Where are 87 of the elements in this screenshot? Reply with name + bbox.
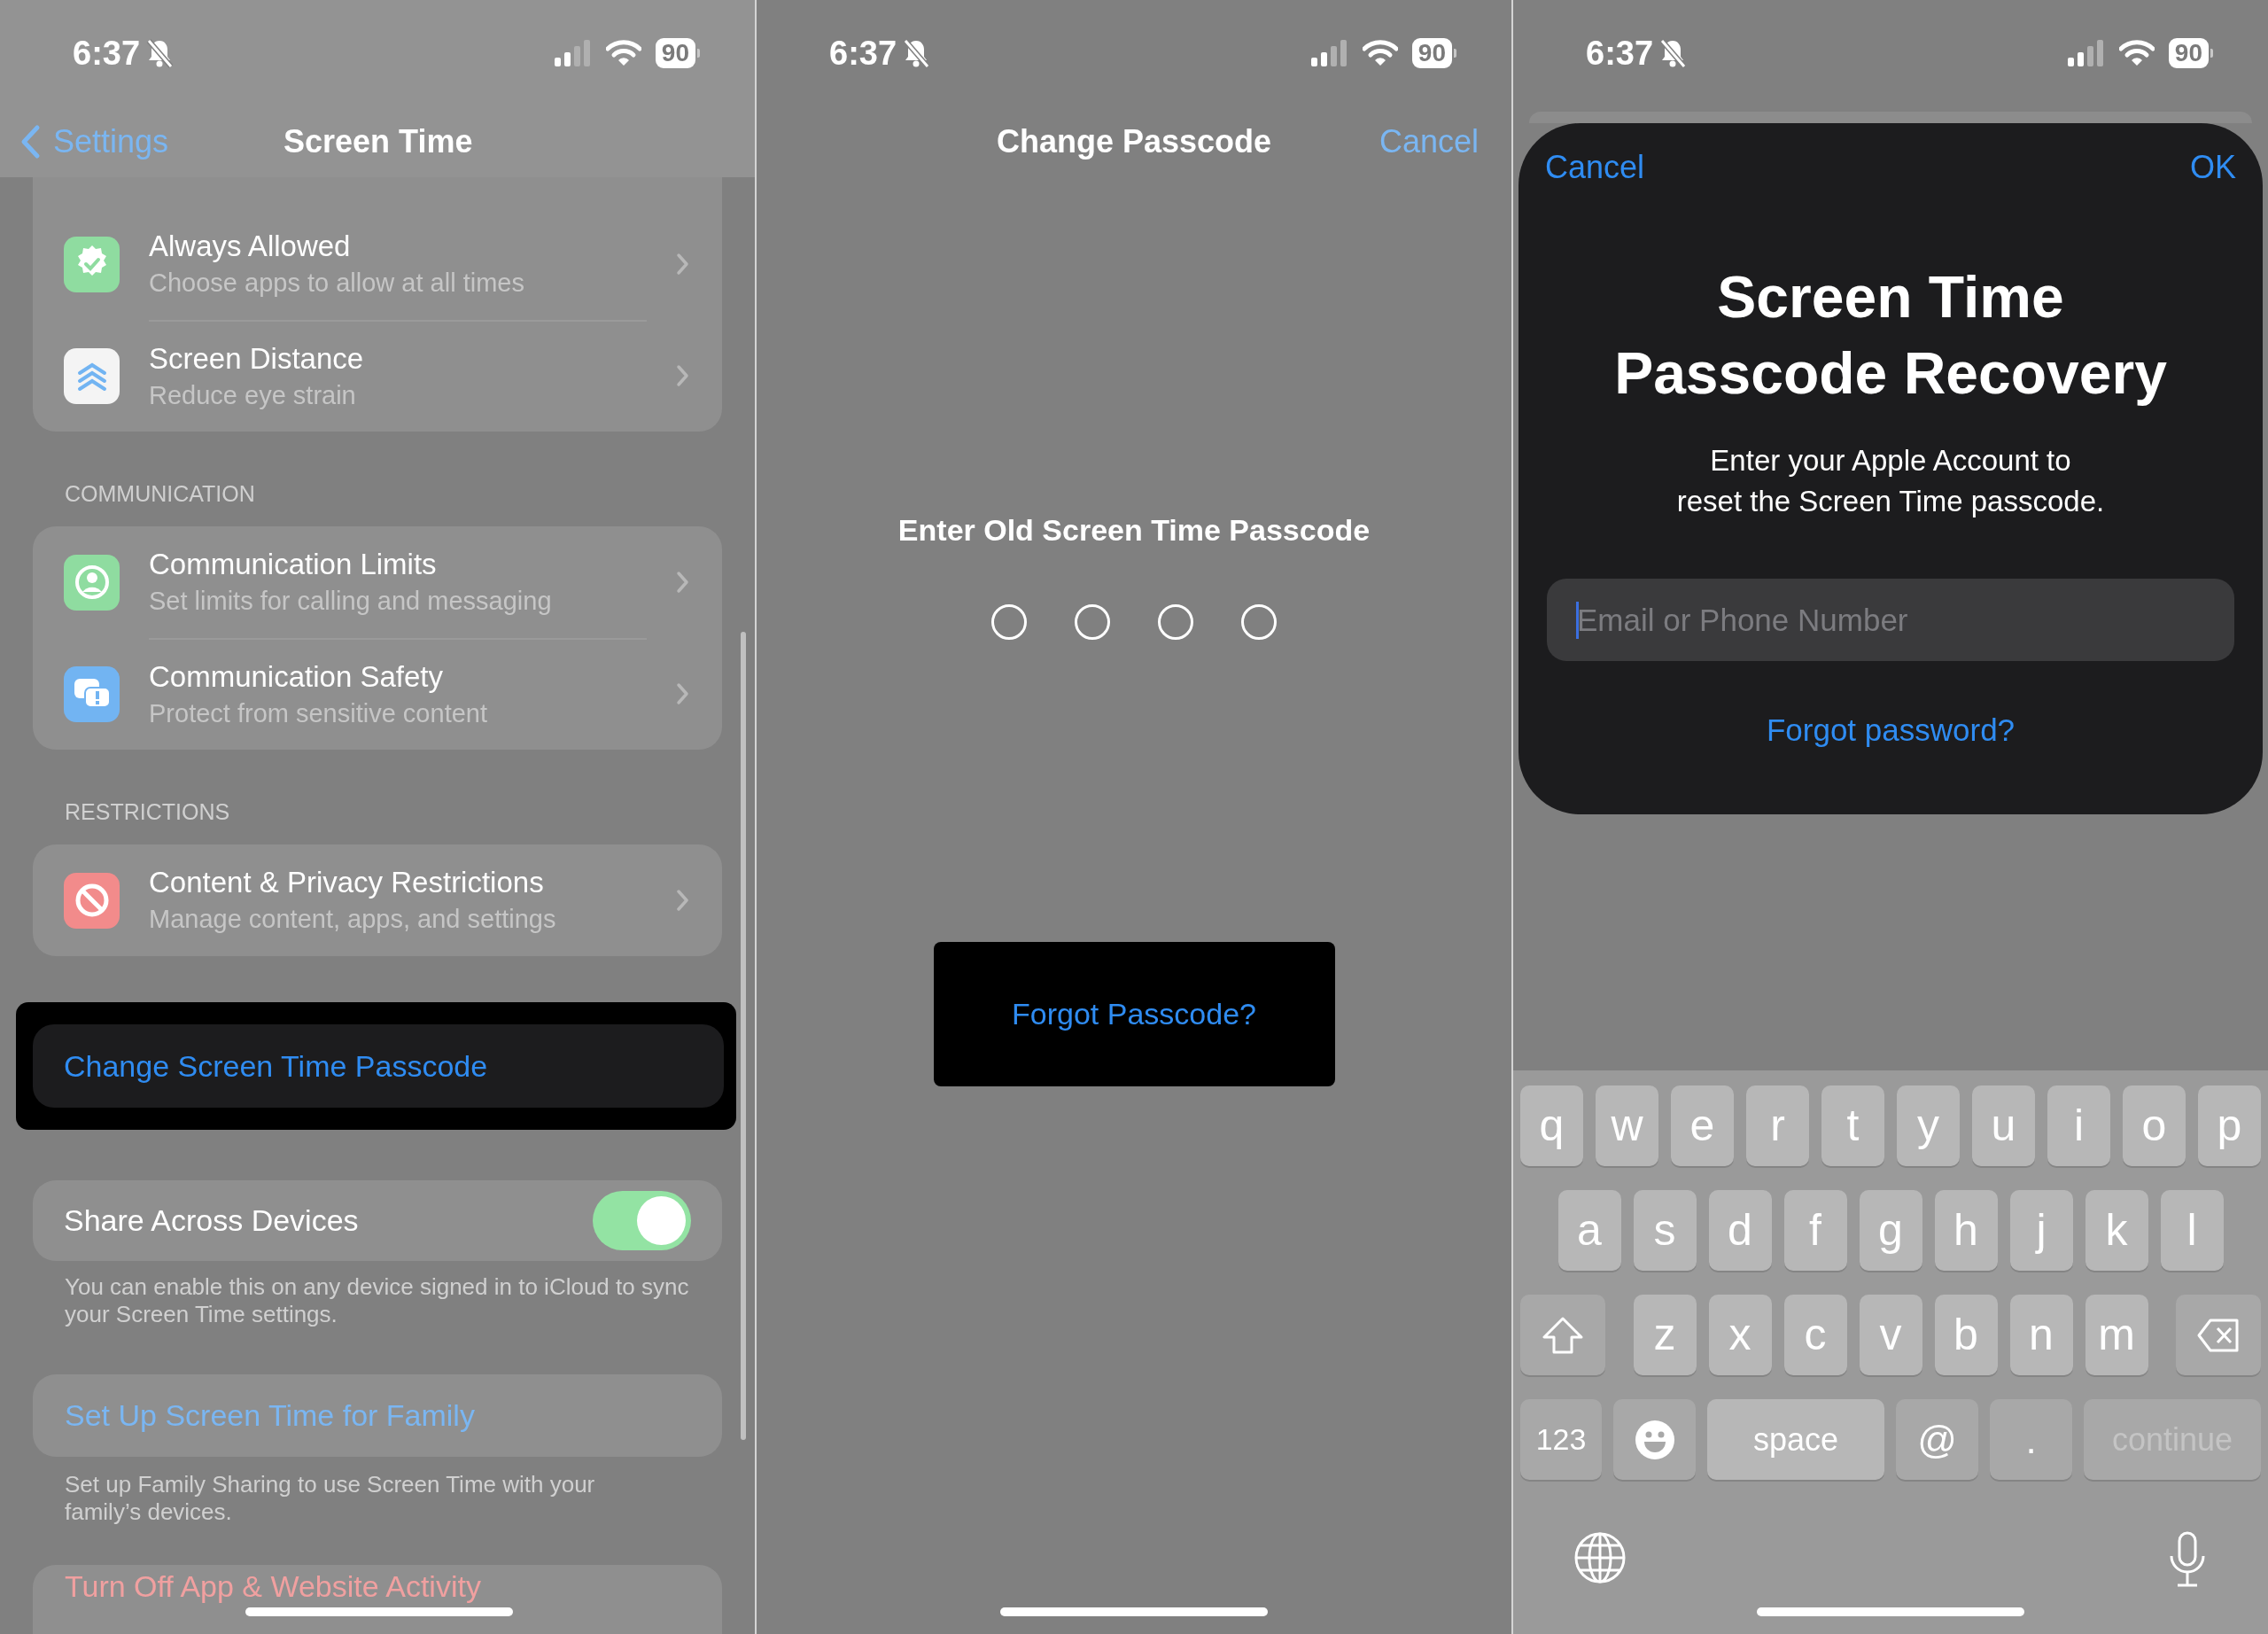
section-header: RESTRICTIONS xyxy=(64,798,231,825)
battery-tip-icon xyxy=(1454,49,1456,58)
battery-tip-icon xyxy=(2210,49,2213,58)
battery-percentage: 90 xyxy=(2168,38,2209,68)
screen-title: Change Passcode xyxy=(996,122,1272,161)
chevron-right-icon xyxy=(676,571,690,594)
change-passcode-button[interactable]: Change Screen Time Passcode xyxy=(33,1024,724,1108)
keyboard-key[interactable]: l xyxy=(2160,1190,2224,1271)
space-key[interactable]: space xyxy=(1707,1399,1884,1480)
wifi-icon xyxy=(2118,40,2155,66)
wifi-icon xyxy=(1362,40,1398,66)
keyboard-key[interactable]: h xyxy=(1934,1190,1998,1271)
globe-icon xyxy=(1573,1531,1627,1584)
signal-icon xyxy=(554,40,592,66)
signal-icon xyxy=(1310,40,1348,66)
keyboard-key[interactable]: m xyxy=(2085,1295,2148,1375)
ok-button[interactable]: OK xyxy=(2190,144,2236,191)
row-title: Share Across Devices xyxy=(64,1202,359,1239)
cancel-button[interactable]: Cancel xyxy=(1545,144,1645,191)
row-title: Always Allowed xyxy=(149,229,352,264)
keyboard-key[interactable]: k xyxy=(2085,1190,2148,1271)
keyboard-key[interactable]: q xyxy=(1520,1085,1583,1166)
chevron-right-icon xyxy=(676,253,690,276)
keyboard-key[interactable]: e xyxy=(1671,1085,1734,1166)
keyboard-key[interactable]: u xyxy=(1972,1085,2035,1166)
clock-time: 6:37 xyxy=(829,33,897,74)
keyboard-key[interactable]: b xyxy=(1934,1295,1998,1375)
numbers-key[interactable]: 123 xyxy=(1520,1399,1602,1480)
keyboard-key[interactable]: n xyxy=(2009,1295,2073,1375)
keyboard-key[interactable]: p xyxy=(2198,1085,2261,1166)
keyboard-key[interactable]: j xyxy=(2009,1190,2073,1271)
row-title: Communication Safety xyxy=(149,659,444,695)
clock-time: 6:37 xyxy=(1586,33,1654,74)
keyboard-key[interactable]: a xyxy=(1557,1190,1621,1271)
back-chevron-icon xyxy=(19,124,41,160)
email-field[interactable]: Email or Phone Number xyxy=(1547,579,2234,661)
keyboard-key[interactable]: r xyxy=(1746,1085,1809,1166)
text-cursor xyxy=(1576,602,1579,639)
emoji-key[interactable] xyxy=(1613,1399,1696,1480)
passcode-prompt: Enter Old Screen Time Passcode xyxy=(897,514,1371,546)
keyboard-key[interactable]: f xyxy=(1783,1190,1847,1271)
footer-text: You can enable this on any device signed in to iCloud to sync your Screen Time settings. xyxy=(64,1273,690,1328)
wifi-icon xyxy=(605,40,641,66)
screen-title: Screen Time xyxy=(284,122,473,161)
row-title: Communication Limits xyxy=(149,547,438,582)
keyboard-key[interactable]: z xyxy=(1633,1295,1697,1375)
cancel-button[interactable]: Cancel xyxy=(1379,118,1479,166)
keyboard-key[interactable]: s xyxy=(1633,1190,1697,1271)
sheet-description: Enter your Apple Account to reset the Screen Time passcode. xyxy=(1676,443,2105,519)
row-title: Screen Distance xyxy=(149,341,365,377)
turn-off-button[interactable]: Turn Off App & Website Activity xyxy=(33,1565,722,1634)
clock-time: 6:37 xyxy=(73,33,141,74)
sheet-title: Screen Time Passcode Recovery xyxy=(1614,263,2167,408)
forgot-password-link[interactable]: Forgot password? xyxy=(1766,712,2016,748)
keyboard-key[interactable]: w xyxy=(1596,1085,1658,1166)
keyboard-key[interactable]: t xyxy=(1821,1085,1884,1166)
chevron-right-icon xyxy=(676,889,690,912)
signal-icon xyxy=(2067,40,2105,66)
footer-text: Set up Family Sharing to use Screen Time with your family’s devices. xyxy=(64,1471,596,1526)
keyboard-key[interactable]: o xyxy=(2123,1085,2186,1166)
row-title: Content & Privacy Restrictions xyxy=(149,865,545,900)
bell-slash-icon xyxy=(145,38,175,68)
family-setup-button[interactable]: Set Up Screen Time for Family xyxy=(33,1374,722,1457)
keyboard-key[interactable]: g xyxy=(1859,1190,1922,1271)
keyboard-key[interactable]: i xyxy=(2047,1085,2110,1166)
keyboard-key[interactable]: c xyxy=(1783,1295,1847,1375)
keyboard-key[interactable]: . xyxy=(1990,1399,2072,1480)
shift-arrow-icon xyxy=(1542,1315,1584,1355)
keyboard-key[interactable]: x xyxy=(1708,1295,1772,1375)
bell-slash-icon xyxy=(1658,38,1688,68)
keyboard-key[interactable]: @ xyxy=(1896,1399,1978,1480)
keyboard-key[interactable]: v xyxy=(1859,1295,1922,1375)
section-header: COMMUNICATION xyxy=(64,480,256,507)
back-button[interactable]: Settings xyxy=(0,118,169,166)
shift-key[interactable] xyxy=(1520,1295,1605,1375)
keyboard-key[interactable]: d xyxy=(1708,1190,1772,1271)
battery-percentage: 90 xyxy=(1411,38,1452,68)
keyboard-key[interactable]: y xyxy=(1897,1085,1960,1166)
chevron-right-icon xyxy=(676,364,690,387)
bell-slash-icon xyxy=(902,38,931,68)
delete-key[interactable] xyxy=(2176,1295,2261,1375)
backspace-icon xyxy=(2196,1317,2241,1353)
chevron-right-icon xyxy=(676,682,690,705)
forgot-passcode-link[interactable]: Forgot Passcode? xyxy=(1012,992,1256,1037)
battery-tip-icon xyxy=(697,49,700,58)
battery-percentage: 90 xyxy=(655,38,695,68)
smiley-face-icon xyxy=(1634,1419,1675,1460)
